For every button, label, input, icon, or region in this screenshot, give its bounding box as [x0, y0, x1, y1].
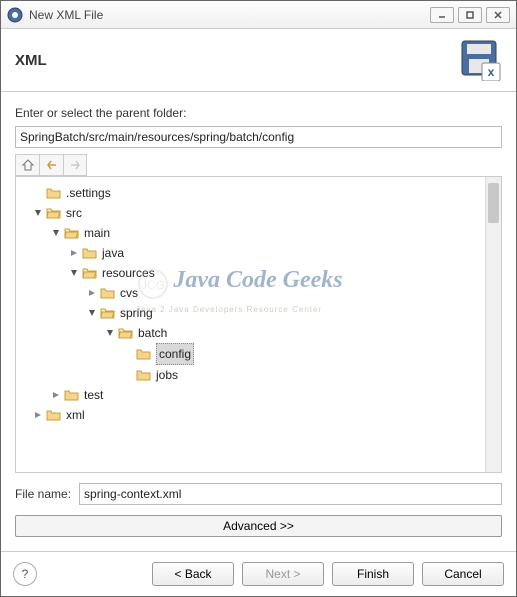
cancel-button[interactable]: Cancel [422, 562, 504, 586]
parent-folder-input[interactable] [15, 126, 502, 148]
folder-icon [136, 347, 152, 361]
tree-scrollbar[interactable] [485, 177, 501, 472]
forward-arrow-icon[interactable] [63, 154, 87, 176]
svg-text:x: x [488, 65, 495, 79]
folder-icon [46, 186, 62, 200]
folder-open-icon [118, 326, 134, 340]
next-button[interactable]: Next > [242, 562, 324, 586]
expand-twisty-icon[interactable] [86, 287, 98, 299]
dialog-header: XML x [1, 29, 516, 92]
tree-node-cvs[interactable]: cvs [86, 283, 483, 303]
back-button[interactable]: < Back [152, 562, 234, 586]
blank-twisty-icon [32, 187, 44, 199]
app-icon [7, 7, 23, 23]
collapse-twisty-icon[interactable] [32, 207, 44, 219]
tree-node-main[interactable]: main [50, 223, 483, 243]
tree-node-settings[interactable]: .settings [32, 183, 483, 203]
back-arrow-icon[interactable] [39, 154, 63, 176]
dialog-content: Enter or select the parent folder: [1, 92, 516, 551]
tree-node-resources[interactable]: resources [68, 263, 483, 283]
tree-node-test[interactable]: test [50, 385, 483, 405]
close-button[interactable] [486, 7, 510, 23]
folder-open-icon [46, 206, 62, 220]
collapse-twisty-icon[interactable] [68, 267, 80, 279]
expand-twisty-icon[interactable] [68, 247, 80, 259]
tree-node-xml[interactable]: xml [32, 405, 483, 425]
tree-node-src[interactable]: src [32, 203, 483, 223]
dialog-heading: XML [15, 52, 460, 69]
collapse-twisty-icon[interactable] [86, 307, 98, 319]
file-name-label: File name: [15, 487, 71, 501]
minimize-button[interactable] [430, 7, 454, 23]
expand-twisty-icon[interactable] [32, 409, 44, 421]
dialog-window: New XML File XML x Enter [0, 0, 517, 597]
tree-node-jobs[interactable]: jobs [122, 365, 483, 385]
expand-twisty-icon[interactable] [50, 389, 62, 401]
folder-open-icon [82, 266, 98, 280]
folder-icon [100, 286, 116, 300]
folder-icon [82, 246, 98, 260]
help-button[interactable]: ? [13, 562, 37, 586]
tree-node-spring[interactable]: spring [86, 303, 483, 323]
maximize-button[interactable] [458, 7, 482, 23]
home-icon[interactable] [15, 154, 39, 176]
save-xml-icon: x [460, 39, 502, 81]
advanced-button[interactable]: Advanced >> [15, 515, 502, 537]
folder-open-icon [64, 226, 80, 240]
folder-open-icon [100, 306, 116, 320]
folder-icon [46, 408, 62, 422]
dialog-button-bar: ? < Back Next > Finish Cancel [1, 551, 516, 596]
blank-twisty-icon [122, 369, 134, 381]
tree-node-batch[interactable]: batch [104, 323, 483, 343]
tree-node-java[interactable]: java [68, 243, 483, 263]
file-name-input[interactable] [79, 483, 502, 505]
finish-button[interactable]: Finish [332, 562, 414, 586]
blank-twisty-icon [122, 348, 134, 360]
folder-icon [136, 368, 152, 382]
tree-node-config[interactable]: config [122, 343, 483, 365]
collapse-twisty-icon[interactable] [50, 227, 62, 239]
parent-folder-label: Enter or select the parent folder: [15, 106, 502, 120]
window-title: New XML File [29, 8, 430, 22]
folder-icon [64, 388, 80, 402]
titlebar: New XML File [1, 1, 516, 29]
tree-toolbar [15, 154, 502, 176]
collapse-twisty-icon[interactable] [104, 327, 116, 339]
folder-tree[interactable]: .settings src [15, 176, 502, 473]
